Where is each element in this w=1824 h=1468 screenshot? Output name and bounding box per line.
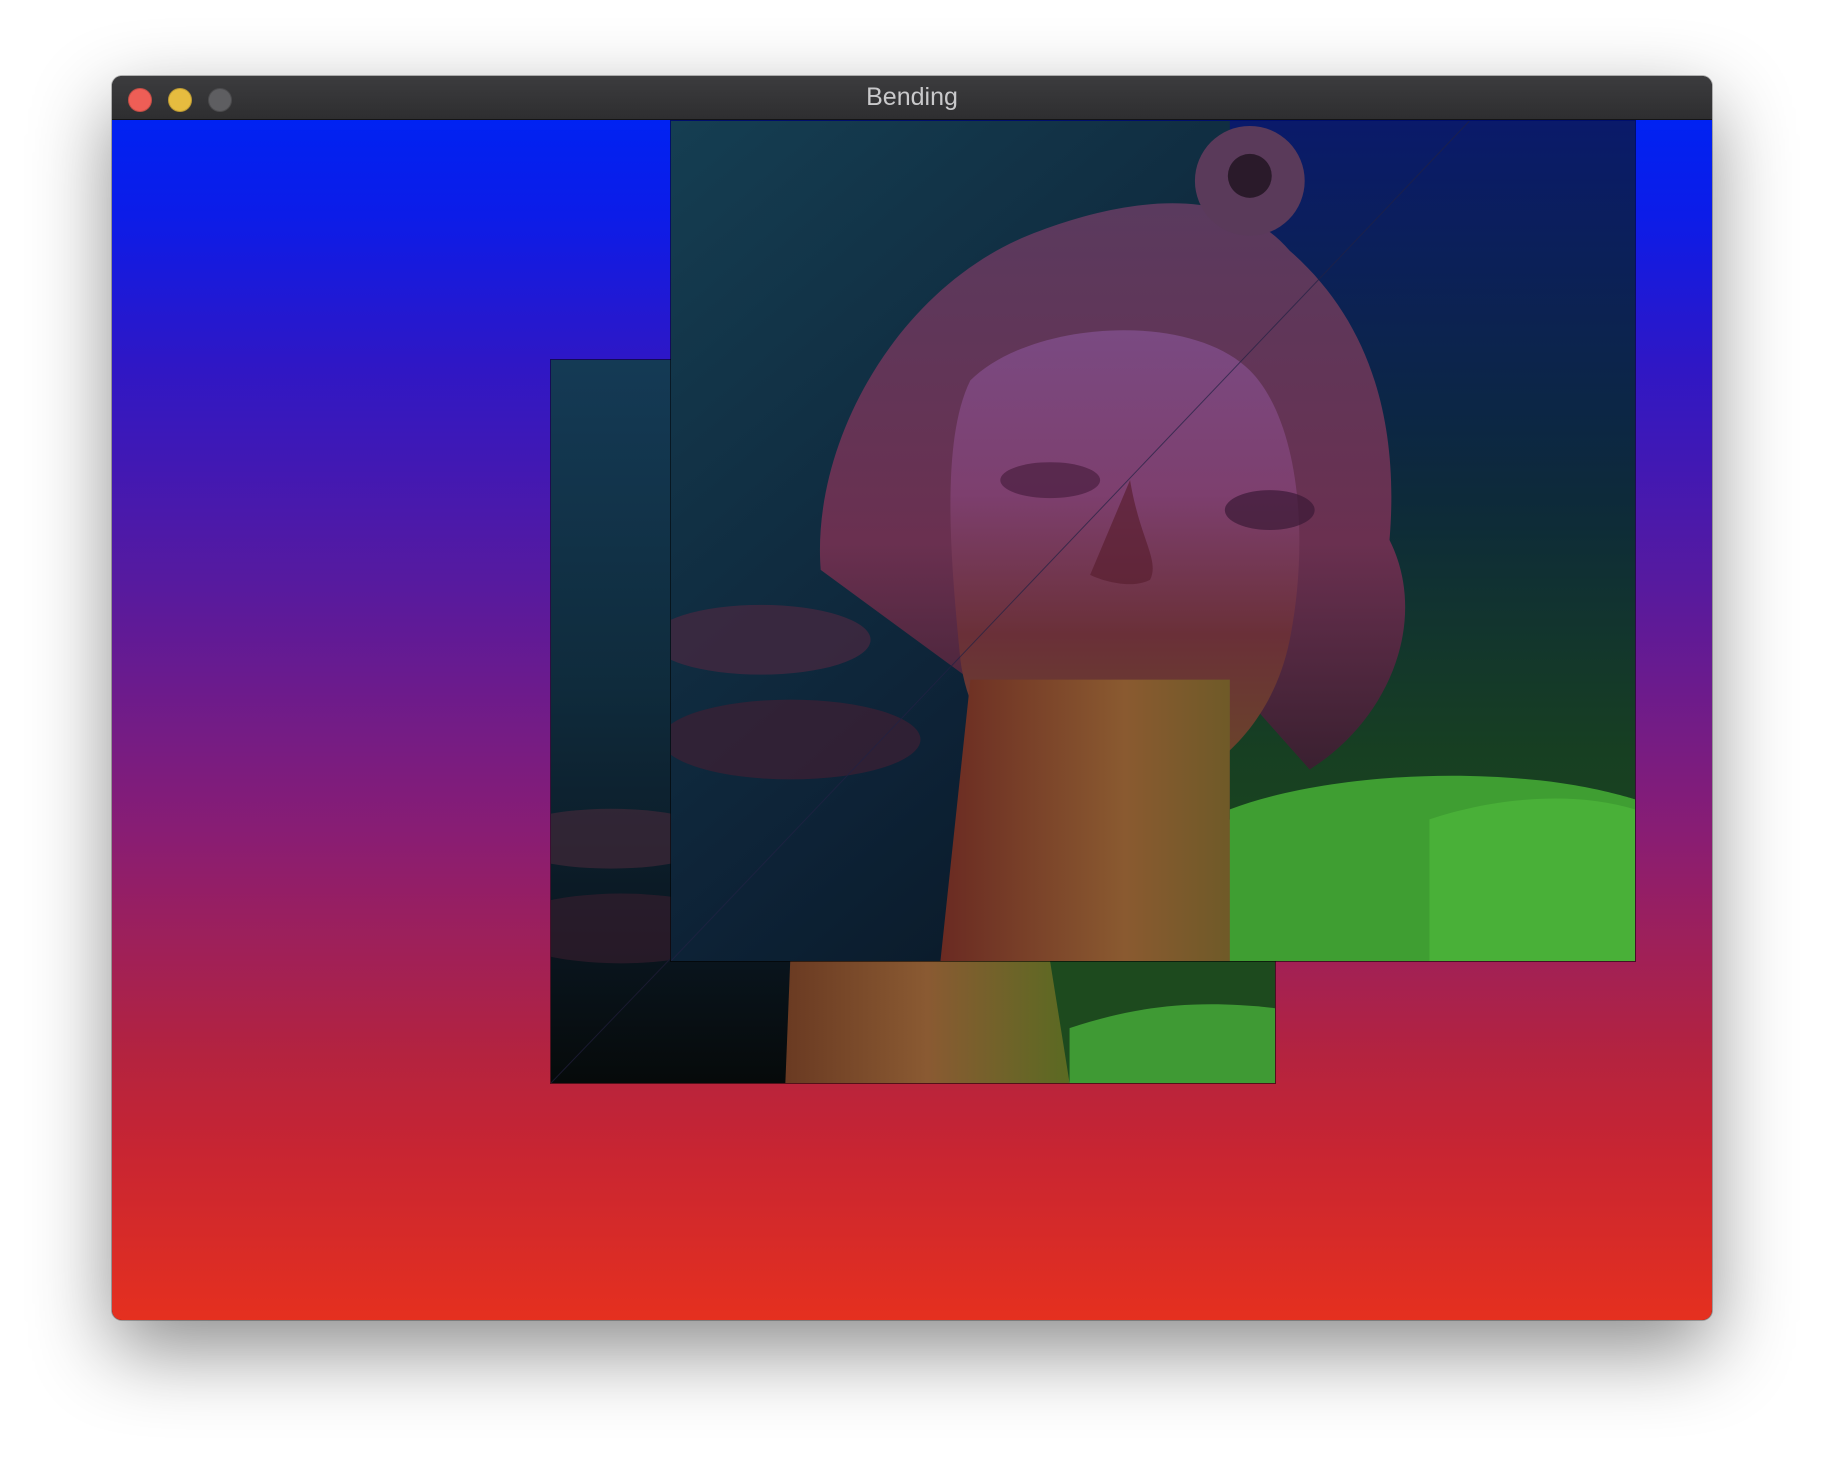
statue-image-front	[670, 120, 1636, 962]
app-window: Bending	[112, 76, 1712, 1320]
window-title: Bending	[866, 83, 958, 111]
render-canvas	[112, 120, 1712, 1320]
title-bar[interactable]: Bending	[112, 76, 1712, 120]
statue-front-picture	[671, 121, 1635, 961]
